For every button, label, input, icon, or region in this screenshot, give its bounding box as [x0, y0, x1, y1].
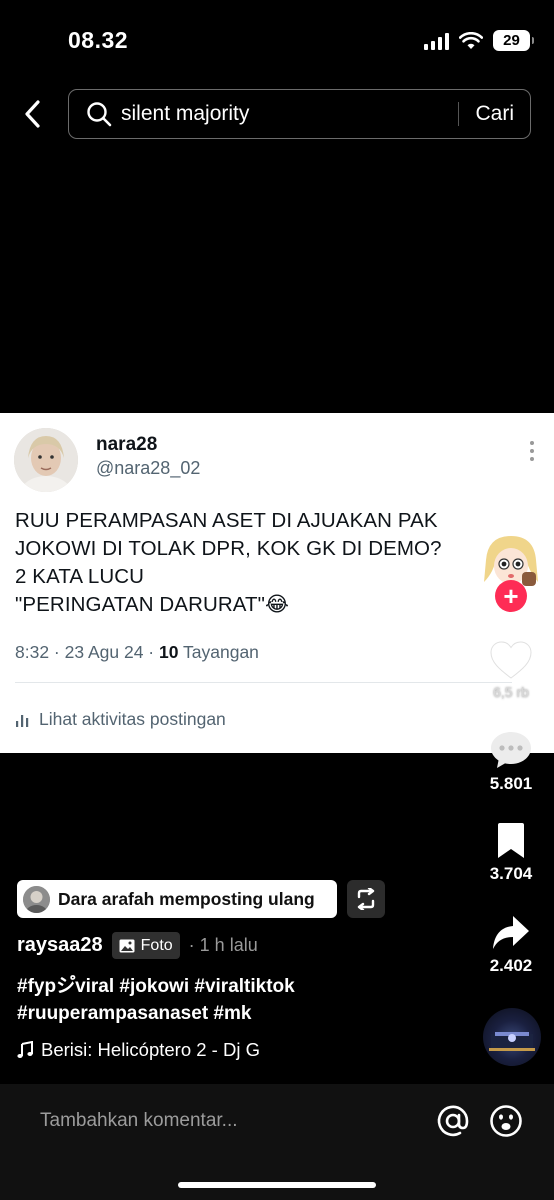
- post-time: · 1 h lalu: [188, 935, 258, 955]
- card-text-line: "PERINGATAN DARURAT"😂: [15, 593, 290, 616]
- music-row[interactable]: Berisi: Helicóptero 2 - Dj G: [17, 1039, 260, 1061]
- back-arrow-icon: [25, 100, 40, 128]
- reposter-avatar: [23, 885, 50, 913]
- share-count: 2.402: [489, 956, 533, 975]
- bookmark-count: 3.704: [489, 864, 533, 883]
- card-timestamp: 8:32 · 23 Agu 24 ·: [15, 642, 159, 662]
- music-disc[interactable]: [483, 1008, 541, 1066]
- signal-icon: [424, 32, 449, 50]
- share-button[interactable]: 2.402: [481, 914, 541, 976]
- card-text-line: 2 KATA LUCU: [15, 565, 145, 588]
- home-indicator: [178, 1182, 376, 1188]
- battery-icon: 29: [493, 30, 534, 51]
- comment-count: 5.801: [489, 774, 533, 793]
- photo-icon: [119, 939, 135, 952]
- bookmark-icon: [498, 823, 524, 858]
- author-row: raysaa28 Foto · 1 h lalu: [17, 932, 258, 959]
- photo-badge-label: Foto: [140, 936, 173, 954]
- search-input[interactable]: silent majority: [121, 102, 458, 126]
- card-handle: @nara28_02: [96, 458, 201, 478]
- comment-button[interactable]: 5.801: [481, 730, 541, 794]
- card-text-line: RUU PERAMPASAN ASET DI AJUAKAN PAK: [15, 509, 438, 532]
- like-icon: [490, 641, 532, 679]
- photo-badge: Foto: [111, 932, 180, 959]
- comment-bar: Tambahkan komentar...: [0, 1084, 554, 1200]
- music-note-icon: [17, 1041, 33, 1058]
- repost-button[interactable]: [347, 880, 385, 918]
- search-submit-button[interactable]: Cari: [475, 102, 514, 126]
- share-icon: [493, 916, 529, 949]
- caption-line[interactable]: #fypシ゚viral #jokowi #viraltiktok: [17, 973, 295, 1000]
- post-image-card[interactable]: nara28 @nara28_02 RUU PERAMPASAN ASET DI…: [0, 413, 554, 753]
- caption-line[interactable]: #ruuperampasanaset #mk: [17, 1000, 295, 1027]
- analytics-icon: [16, 714, 29, 727]
- like-count: 6,5 rb: [493, 684, 529, 700]
- bookmark-button[interactable]: 3.704: [481, 822, 541, 884]
- comment-icon: [491, 732, 531, 768]
- follow-button[interactable]: +: [495, 580, 527, 612]
- like-button[interactable]: 6,5 rb: [481, 640, 541, 700]
- card-meta: 8:32 · 23 Agu 24 · 10 Tayangan: [15, 642, 259, 663]
- card-avatar: [14, 428, 78, 492]
- status-icons: 29: [424, 30, 534, 51]
- repost-text: Dara arafah memposting ulang: [58, 888, 315, 909]
- emoji-icon[interactable]: [489, 1104, 523, 1138]
- card-post-text: RUU PERAMPASAN ASET DI AJUAKAN PAK JOKOW…: [15, 507, 485, 619]
- card-divider: [15, 682, 512, 683]
- card-activity-label: Lihat aktivitas postingan: [39, 709, 226, 729]
- card-activity-link: Lihat aktivitas postingan: [15, 709, 226, 730]
- author-username[interactable]: raysaa28: [17, 934, 103, 957]
- at-icon[interactable]: [436, 1104, 470, 1138]
- card-display-name: nara28: [96, 434, 158, 455]
- card-views-label: Tayangan: [178, 642, 259, 662]
- card-views-count: 10: [159, 642, 179, 662]
- repost-info-pill[interactable]: Dara arafah memposting ulang: [17, 880, 337, 918]
- search-divider: [458, 102, 460, 126]
- more-icon: [530, 441, 534, 461]
- wifi-icon: [459, 31, 483, 49]
- search-icon: [85, 100, 113, 128]
- music-label: Berisi: Helicóptero 2 - Dj G: [41, 1039, 260, 1060]
- card-text-line: JOKOWI DI TOLAK DPR, KOK GK DI DEMO?: [15, 537, 442, 560]
- status-time: 08.32: [68, 27, 129, 53]
- repost-icon: [357, 888, 375, 910]
- back-button[interactable]: [18, 97, 48, 131]
- caption: #fypシ゚viral #jokowi #viraltiktok #ruuper…: [17, 973, 295, 1027]
- search-box[interactable]: silent majority Cari: [68, 89, 531, 139]
- comment-input[interactable]: Tambahkan komentar...: [40, 1110, 238, 1132]
